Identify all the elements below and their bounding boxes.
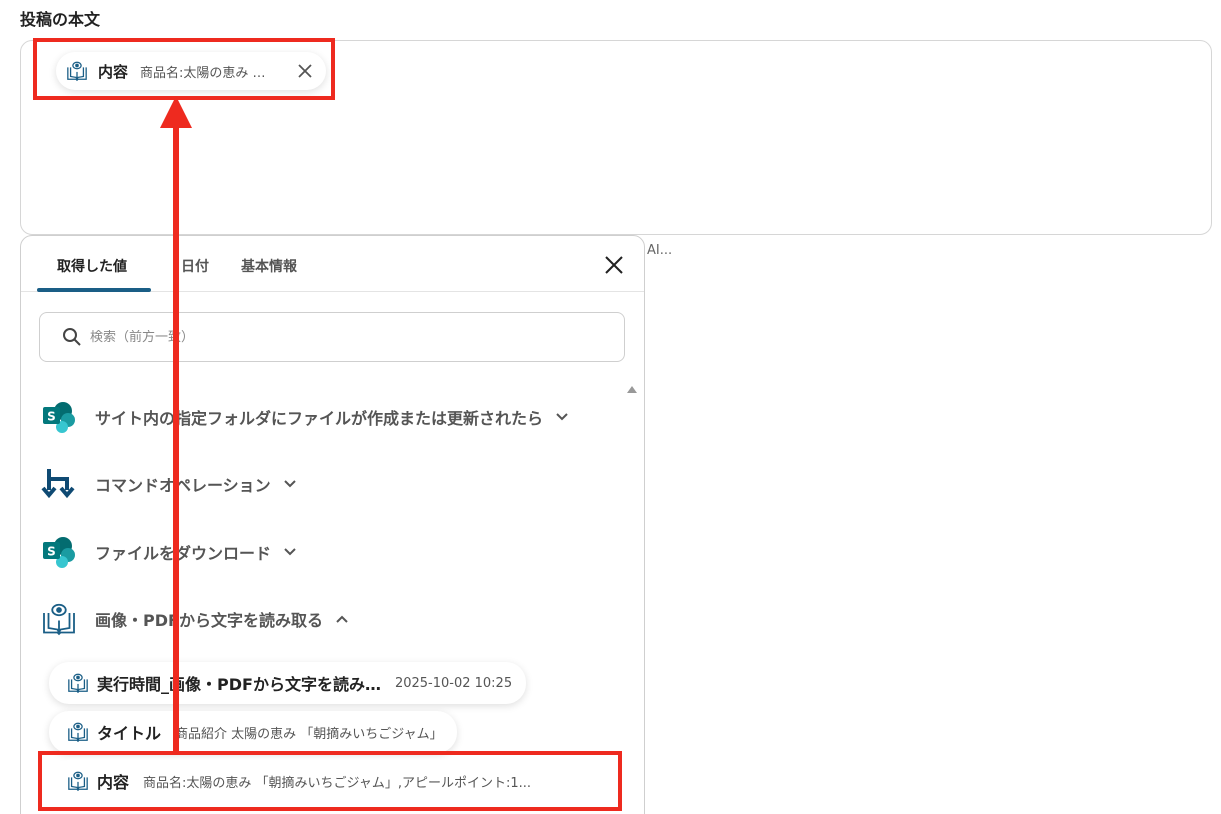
sharepoint-icon: S [43, 537, 75, 568]
active-tab-indicator [37, 288, 151, 292]
command-operation-icon [41, 469, 75, 499]
tab-basic-info[interactable]: 基本情報 [241, 256, 297, 276]
svg-text:S: S [47, 410, 56, 424]
annotation-arrow-head [160, 96, 192, 128]
search-icon [63, 328, 81, 346]
ocr-book-icon [68, 673, 88, 694]
annotation-arrow-line [173, 125, 179, 753]
chevron-down-icon [284, 548, 296, 556]
annotation-box-source [38, 751, 622, 811]
group-ocr[interactable]: 画像・PDFから文字を読み取る [41, 601, 349, 637]
annotation-box-target [33, 38, 335, 100]
chevron-down-icon [556, 413, 568, 421]
tab-retrieved-values[interactable]: 取得した値 [57, 256, 127, 276]
group-title: コマンドオペレーション [95, 476, 271, 495]
search-input[interactable] [90, 329, 570, 345]
svg-text:S: S [47, 545, 56, 559]
item-value: 2025-10-02 10:25 [394, 675, 513, 691]
sharepoint-icon: S [43, 402, 75, 433]
list-item[interactable]: 実行時間_画像・PDFから文字を読み… 2025-10-02 10:25 [49, 662, 527, 704]
field-hint: AI... [647, 243, 673, 258]
chevron-down-icon [283, 480, 296, 488]
group-command-operation[interactable]: コマンドオペレーション [41, 466, 297, 502]
ocr-book-icon [68, 722, 88, 743]
item-key: タイトル [97, 724, 162, 743]
search-box[interactable] [39, 312, 625, 362]
variable-picker-panel: 取得した値 日付 基本情報 S サイト内の指定フォルダにファイルが作成または更新… [20, 235, 645, 814]
scroll-up-arrow[interactable] [627, 386, 637, 393]
tab-bar: 取得した値 日付 基本情報 [21, 236, 644, 292]
list-item[interactable]: タイトル 商品紹介 太陽の恵み 「朝摘みいちごジャム」 [49, 711, 457, 753]
group-title: ファイルをダウンロード [95, 544, 272, 563]
chevron-up-icon [336, 615, 348, 623]
close-icon[interactable] [603, 254, 625, 276]
group-title: 画像・PDFから文字を読み取る [95, 611, 323, 630]
group-title: サイト内の指定フォルダにファイルが作成または更新されたら [95, 409, 544, 428]
item-key: 実行時間_画像・PDFから文字を読み… [97, 675, 381, 694]
ocr-book-icon [43, 603, 75, 636]
group-file-download[interactable]: S ファイルをダウンロード [41, 534, 297, 570]
group-sharepoint-trigger[interactable]: S サイト内の指定フォルダにファイルが作成または更新されたら [41, 399, 569, 435]
field-label: 投稿の本文 [20, 10, 101, 29]
item-value: 商品紹介 太陽の恵み 「朝摘みいちごジャム」 [175, 726, 443, 742]
tab-date[interactable]: 日付 [181, 256, 209, 276]
